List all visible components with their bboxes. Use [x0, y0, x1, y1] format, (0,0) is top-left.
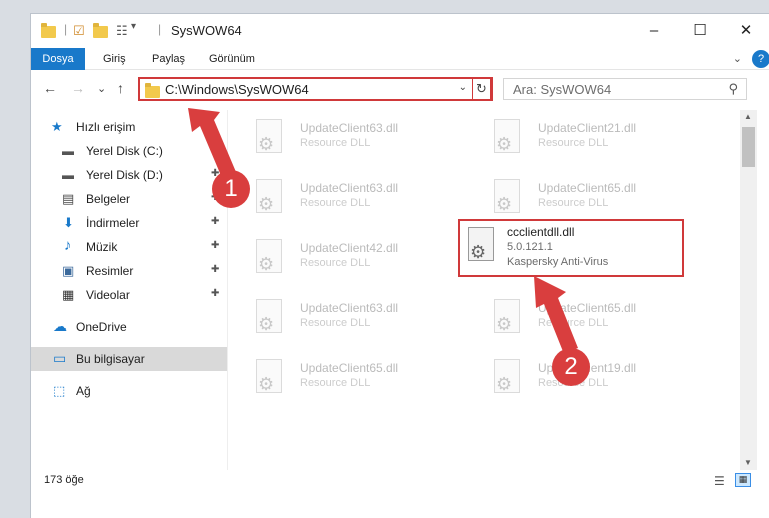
arrow-1 [188, 108, 236, 178]
annotation-arrows [188, 108, 578, 354]
arrow-2 [534, 276, 578, 354]
step-1-badge: 1 [212, 170, 250, 208]
step-2-badge: 2 [552, 348, 590, 386]
